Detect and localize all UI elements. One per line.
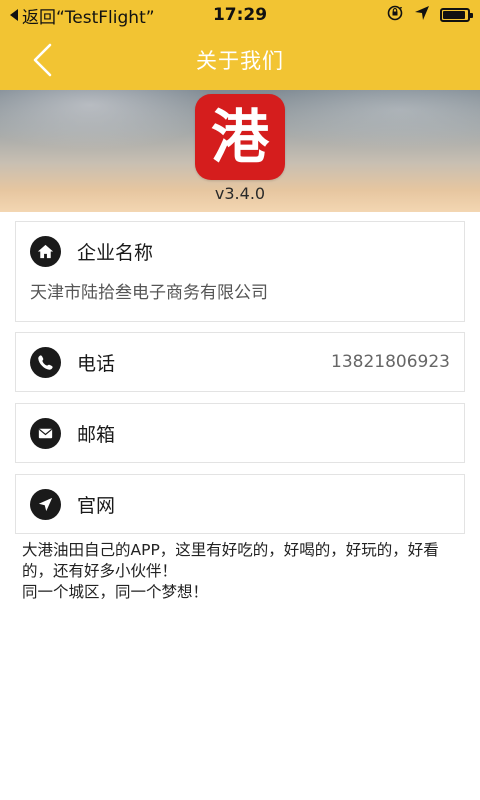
battery-level [443, 11, 465, 19]
app-logo-char: 港 [210, 103, 269, 171]
website-row[interactable]: 官网 [16, 475, 464, 533]
home-icon [30, 235, 61, 267]
app-logo: 港 [195, 94, 285, 180]
phone-label: 电话 [77, 352, 116, 375]
about-description: 大港油田自己的APP，这里有好吃的，好喝的，好玩的，好看的，还有好多小伙伴！ 同… [22, 541, 439, 601]
location-services-icon [414, 5, 430, 26]
envelope-icon [30, 417, 61, 449]
page-title: 关于我们 [196, 49, 284, 73]
email-row[interactable]: 邮箱 [16, 404, 464, 462]
phone-number[interactable]: 13821806923 [331, 352, 450, 372]
website-label: 官网 [77, 494, 116, 517]
rotation-lock-icon [386, 4, 404, 27]
back-triangle-icon [10, 9, 18, 21]
chevron-left-icon [33, 43, 52, 77]
phone-card[interactable]: 电话 13821806923 [15, 332, 465, 392]
company-name: 天津市陆拾叁电子商务有限公司 [30, 283, 268, 303]
battery-icon [440, 8, 473, 22]
return-label: 返回“TestFlight” [22, 7, 155, 28]
navigation-bar: 关于我们 [0, 30, 480, 90]
status-bar: 返回“TestFlight” 17:29 [0, 0, 480, 30]
email-label: 邮箱 [77, 423, 116, 446]
return-to-testflight[interactable]: 返回“TestFlight” [10, 3, 386, 28]
phone-icon [30, 346, 61, 378]
hero-banner: 港 v3.4.0 [0, 90, 480, 212]
company-card: 企业名称 天津市陆拾叁电子商务有限公司 [15, 221, 465, 322]
company-label: 企业名称 [77, 241, 154, 264]
email-card[interactable]: 邮箱 [15, 403, 465, 463]
app-version: v3.4.0 [214, 184, 266, 203]
company-row: 企业名称 [16, 222, 464, 280]
location-arrow-icon [30, 488, 61, 520]
back-button[interactable] [22, 40, 62, 80]
website-card[interactable]: 官网 [15, 474, 465, 534]
phone-row[interactable]: 电话 13821806923 [16, 333, 464, 391]
